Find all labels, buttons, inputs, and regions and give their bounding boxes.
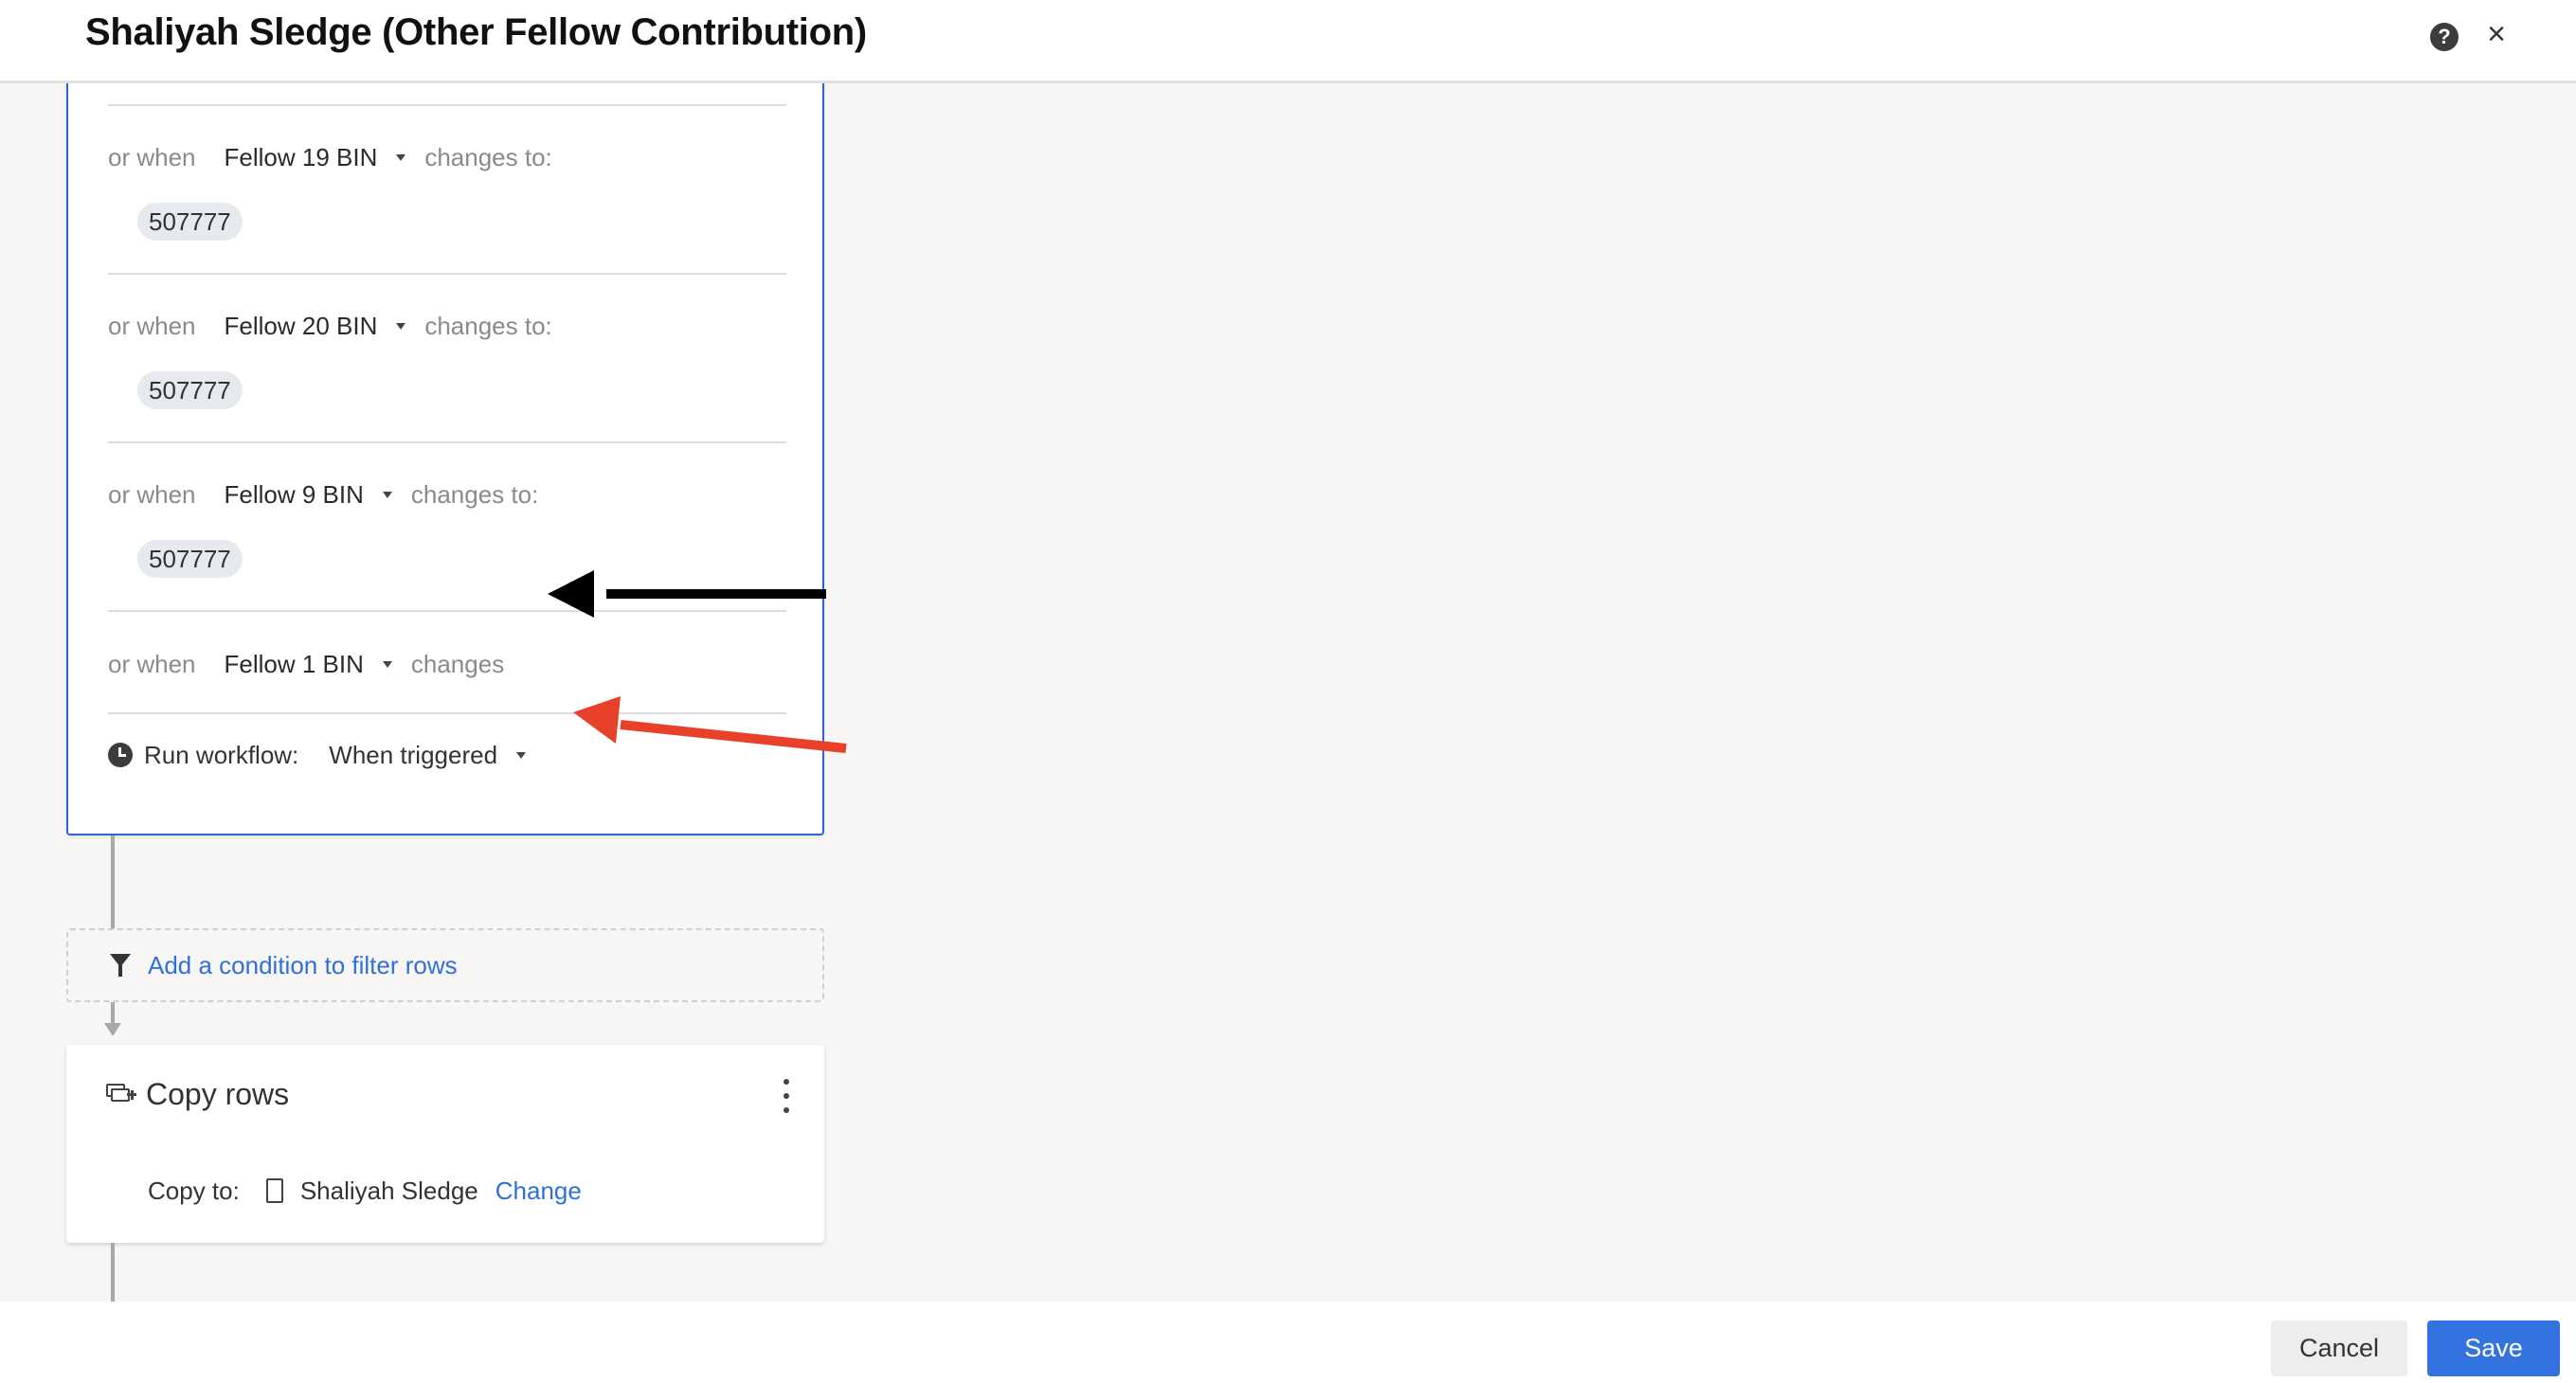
run-workflow-value: When triggered (329, 740, 498, 769)
more-options-icon[interactable] (777, 1079, 796, 1113)
connector-line (111, 835, 115, 928)
caret-down-icon (396, 153, 406, 161)
caret-down-icon (396, 322, 406, 330)
run-workflow-label: Run workflow: (144, 740, 299, 769)
condition-operator: changes to: (410, 479, 539, 509)
run-workflow-dropdown[interactable]: When triggered (329, 741, 545, 770)
condition-row: or when Fellow 9 BIN changes to: (108, 476, 538, 513)
connector-arrow-icon (104, 1023, 121, 1036)
copy-to-label: Copy to: (148, 1176, 240, 1205)
filter-icon (110, 952, 131, 979)
condition-operator: changes to: (424, 311, 552, 340)
action-title: Copy rows (146, 1076, 290, 1111)
condition-value-chip[interactable]: 507777 (137, 203, 243, 241)
run-workflow-row: Run workflow: When triggered (108, 736, 545, 774)
condition-prefix: or when (108, 142, 196, 171)
copy-to-target: Shaliyah Sledge (299, 1176, 478, 1205)
field-dropdown[interactable]: Fellow 19 BIN (225, 143, 425, 172)
change-target-link[interactable]: Change (495, 1176, 582, 1206)
caret-down-icon (516, 751, 527, 759)
add-filter-link[interactable]: Add a condition to filter rows (148, 951, 458, 980)
caret-down-icon (382, 491, 392, 498)
add-filter-condition[interactable]: Add a condition to filter rows (66, 928, 824, 1002)
action-title-row: Copy rows (106, 1073, 289, 1115)
divider (108, 610, 786, 612)
condition-operator: changes to: (424, 142, 552, 171)
trigger-card[interactable]: 507777 or when Fellow 19 BIN changes to:… (66, 83, 824, 835)
condition-value-chip[interactable]: 507777 (137, 371, 243, 409)
divider (108, 441, 786, 443)
field-dropdown[interactable]: Fellow 9 BIN (225, 480, 411, 510)
cancel-button[interactable]: Cancel (2271, 1320, 2407, 1376)
copy-rows-card[interactable]: Copy rows Copy to: Shaliyah Sledge Chang… (66, 1045, 824, 1243)
sheet-icon (265, 1178, 283, 1203)
modal-footer: Cancel Save (0, 1302, 2576, 1383)
divider (108, 273, 786, 275)
copy-to-row: Copy to: Shaliyah Sledge Change (148, 1170, 582, 1212)
divider (108, 712, 786, 714)
copy-rows-icon (106, 1084, 136, 1105)
field-dropdown-label: Fellow 19 BIN (224, 142, 378, 171)
caret-down-icon (382, 660, 392, 668)
condition-prefix: or when (108, 311, 196, 340)
modal-header: Shaliyah Sledge (Other Fellow Contributi… (0, 0, 2576, 83)
field-dropdown-label: Fellow 20 BIN (224, 311, 378, 340)
condition-row: or when Fellow 19 BIN changes to: (108, 138, 552, 176)
field-dropdown[interactable]: Fellow 20 BIN (225, 312, 425, 341)
condition-value-chip[interactable]: 507777 (137, 540, 243, 578)
connector-line (111, 1243, 115, 1302)
workflow-canvas: 507777 or when Fellow 19 BIN changes to:… (0, 83, 2576, 1302)
condition-prefix: or when (108, 479, 196, 509)
field-dropdown[interactable]: Fellow 1 BIN (225, 650, 411, 679)
clock-icon (108, 743, 133, 767)
field-dropdown-label: Fellow 9 BIN (224, 479, 364, 509)
help-icon[interactable]: ? (2430, 23, 2459, 51)
connector-line (111, 1002, 115, 1025)
divider (108, 104, 786, 106)
save-button[interactable]: Save (2427, 1320, 2560, 1376)
condition-row: or when Fellow 1 BIN changes (108, 645, 504, 683)
condition-prefix: or when (108, 649, 196, 678)
condition-row: or when Fellow 20 BIN changes to: (108, 307, 552, 345)
page-title: Shaliyah Sledge (Other Fellow Contributi… (85, 11, 867, 53)
condition-operator: changes (410, 649, 505, 678)
close-icon[interactable]: × (2482, 15, 2511, 53)
field-dropdown-label: Fellow 1 BIN (224, 649, 364, 678)
